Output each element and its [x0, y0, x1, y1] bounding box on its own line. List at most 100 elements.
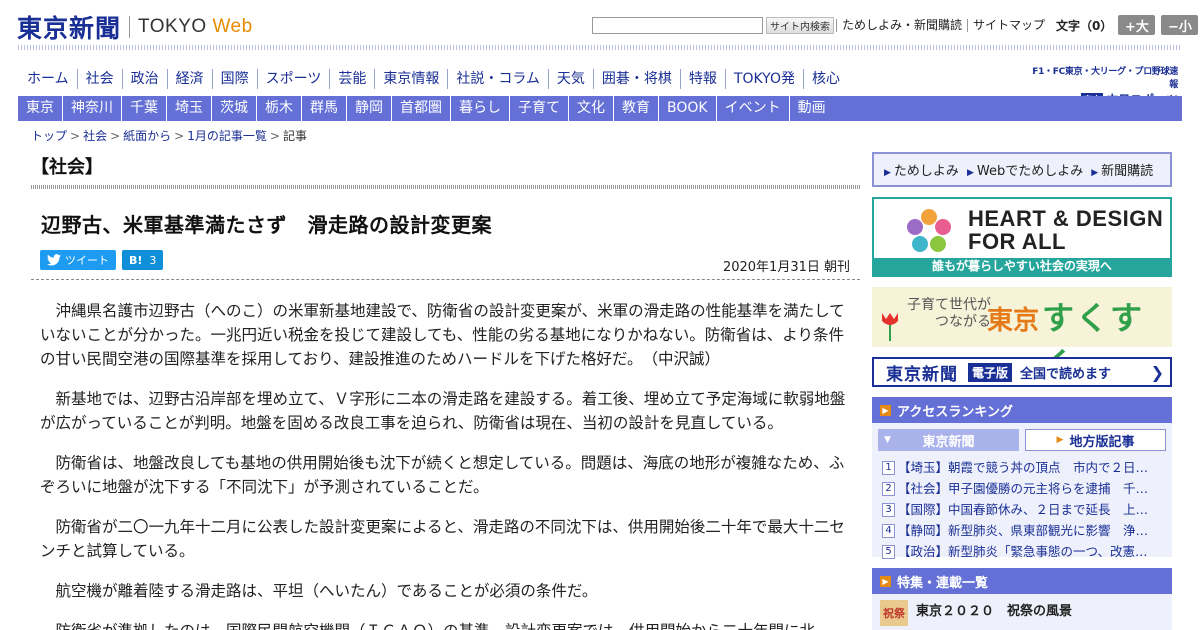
arrow-right-icon: ▶: [880, 404, 891, 416]
article-date: 2020年1月31日 朝刊: [722, 260, 850, 275]
tab-tokyo-shimbun[interactable]: ▼ 東京新聞: [878, 429, 1019, 451]
font-size-label: 文字（0）: [1056, 18, 1113, 33]
crumb-separator: >: [269, 129, 280, 143]
region-tochigi[interactable]: 栃木: [257, 96, 302, 121]
region-chiba[interactable]: 千葉: [122, 96, 167, 121]
arrow-right-icon: ▶: [1091, 168, 1099, 178]
region-shutoken[interactable]: 首都圏: [392, 96, 451, 121]
nav-society[interactable]: 社会: [78, 69, 123, 89]
heart-design-title: HEART & DESIGN FOR ALL: [968, 206, 1164, 254]
nav-entertainment[interactable]: 芸能: [330, 69, 376, 89]
hatena-bookmark-button[interactable]: B! 3: [122, 250, 164, 270]
region-shizuoka[interactable]: 静岡: [347, 96, 392, 121]
nav-home[interactable]: ホーム: [19, 69, 78, 89]
arrow-right-icon: ▶: [884, 168, 891, 178]
sitemap-link[interactable]: サイトマップ: [967, 18, 1050, 32]
arrow-right-icon: ▶: [966, 168, 974, 178]
crumb-print[interactable]: 紙面から: [123, 129, 171, 143]
crumb-current: 記事: [282, 129, 307, 143]
nav-economy[interactable]: 経済: [168, 69, 213, 89]
region-event[interactable]: イベント: [717, 96, 790, 121]
chevron-right-icon: ❯: [1150, 362, 1164, 382]
breadcrumb: トップ > 社会 > 紙面から >1月の記事一覧 > 記事: [31, 127, 307, 144]
article-paragraph: 防衛省は、地盤改良しても基地の供用開始後も沈下が続くと想定している。問題は、海底…: [40, 454, 845, 496]
nav-politics[interactable]: 政治: [123, 69, 168, 89]
subscribe-links-box: ▶ ためしよみ ▶ Webでためしよみ ▶ 新聞購読: [872, 152, 1172, 187]
site-logo[interactable]: 東京新聞 TOKYO Web: [17, 9, 253, 45]
nav-international[interactable]: 国際: [213, 69, 258, 89]
crumb-top[interactable]: トップ: [31, 129, 67, 143]
search-input[interactable]: [592, 16, 763, 34]
region-gunma[interactable]: 群馬: [302, 96, 347, 121]
hatena-count: 3: [149, 253, 157, 267]
digital-badge: 電子版: [968, 362, 1013, 382]
heart-design-banner[interactable]: HEART & DESIGN FOR ALL 誰もが暮らしやすい社会の実現へ: [872, 197, 1172, 277]
nav-tokyo-hatsu[interactable]: TOKYO発: [726, 69, 804, 89]
feature-thumbnail: 祝祭: [880, 600, 908, 626]
logo-divider: [129, 16, 131, 38]
region-video[interactable]: 動画: [790, 96, 834, 121]
ranking-list: 1 【埼玉】朝霞で競う丼の頂点 市内で２日… 2 【社会】甲子園優勝の元主将らを逮捕…: [872, 451, 1172, 562]
nav-editorial[interactable]: 社説・コラム: [448, 69, 549, 89]
features-box: ▶ 特集・連載一覧 祝祭 東京２０２０ 祝祭の風景: [872, 568, 1172, 630]
title-divider: [31, 279, 860, 280]
nav-weather[interactable]: 天気: [549, 69, 594, 89]
sidebar-link-subscribe[interactable]: ▶ 新聞購読: [1091, 160, 1153, 179]
feature-item[interactable]: 祝祭 東京２０２０ 祝祭の風景: [872, 594, 1172, 630]
crumb-separator: >: [70, 129, 81, 143]
tab-local-articles[interactable]: ▶ 地方版記事: [1025, 429, 1166, 451]
search-button[interactable]: サイト内検索: [766, 16, 834, 34]
region-book[interactable]: BOOK: [659, 96, 717, 121]
header-divider: [18, 45, 1182, 50]
tweet-button[interactable]: ツイート: [40, 250, 116, 270]
region-bunka[interactable]: 文化: [569, 96, 614, 121]
region-tokyo[interactable]: 東京: [18, 96, 63, 121]
chunichi-tagline: F1・FC東京・大リーグ・プロ野球速報: [1032, 67, 1178, 90]
sukusuku-tagline: 子育て世代が つながる: [907, 297, 991, 330]
logo-en-web: Web: [212, 16, 253, 37]
logo-jp: 東京新聞: [17, 14, 122, 43]
region-kurashi[interactable]: 暮らし: [451, 96, 510, 121]
ranking-item[interactable]: 4 【静岡】新型肺炎、県東部観光に影響 浄…: [882, 520, 1164, 541]
digital-edition-banner[interactable]: 東京新聞 電子版 全国で読めます ❯: [872, 357, 1172, 387]
trial-subscribe-link[interactable]: ためしよみ・新聞購読: [836, 18, 967, 32]
logo-en: TOKYO Web: [138, 16, 253, 38]
nav-kakushin[interactable]: 核心: [804, 69, 848, 89]
font-larger-button[interactable]: +大: [1118, 15, 1156, 35]
sukusuku-tokyo: 東京: [987, 306, 1040, 336]
arrow-right-icon: ▶: [880, 575, 891, 587]
article-paragraph: 新基地では、辺野古沿岸部を埋め立て、Ｖ字形に二本の滑走路を建設する。着工後、埋め…: [40, 390, 846, 432]
region-kyoiku[interactable]: 教育: [614, 96, 659, 121]
flower-logo-icon: [907, 209, 951, 252]
region-saitama[interactable]: 埼玉: [167, 96, 212, 121]
region-kanagawa[interactable]: 神奈川: [63, 96, 122, 121]
font-smaller-button[interactable]: −小: [1161, 15, 1199, 35]
ranking-item[interactable]: 1 【埼玉】朝霞で競う丼の頂点 市内で２日…: [882, 457, 1164, 478]
ranking-item[interactable]: 5 【政治】新型肺炎「緊急事態の一つ、改憲…: [882, 541, 1164, 562]
ranking-item[interactable]: 2 【社会】甲子園優勝の元主将らを逮捕 千…: [882, 478, 1164, 499]
access-ranking-box: ▶ アクセスランキング ▼ 東京新聞 ▶ 地方版記事 1 【埼玉】朝霞で競う丼の頂点 市…: [872, 397, 1172, 559]
crumb-separator: >: [110, 129, 121, 143]
main-nav: ホーム 社会 政治 経済 国際 スポーツ 芸能 東京情報 社説・コラム 天気 囲…: [19, 69, 848, 89]
region-kosodate[interactable]: 子育て: [510, 96, 569, 121]
tulip-icon: [882, 313, 898, 341]
nav-go-shogi[interactable]: 囲碁・将棋: [594, 69, 681, 89]
header-tools: サイト内検索 ためしよみ・新聞購読 サイトマップ 文字（0） +大 −小: [592, 15, 1199, 35]
crumb-month[interactable]: 1月の記事一覧: [187, 129, 267, 143]
hatena-icon: B!: [129, 253, 143, 267]
share-buttons: ツイート B! 3: [40, 250, 164, 270]
sidebar-link-tameshi[interactable]: ▶ ためしよみ: [884, 160, 959, 179]
logo-en-tokyo: TOKYO: [138, 16, 207, 37]
article-paragraph: 防衛省が準拠したのは、国際民間航空機関（ＩＣＡＯ）の基準。設計変更案では、供用開…: [40, 619, 852, 630]
nav-sports[interactable]: スポーツ: [258, 69, 331, 89]
sidebar-link-web-tameshi[interactable]: ▶ Webでためしよみ: [967, 160, 1083, 179]
tweet-label: ツイート: [65, 254, 109, 267]
nav-tokuho[interactable]: 特報: [681, 69, 726, 89]
nav-tokyo-info[interactable]: 東京情報: [375, 69, 449, 89]
region-ibaraki[interactable]: 茨城: [212, 96, 257, 121]
article-body: 沖縄県名護市辺野古（へのこ）の米軍新基地建設で、防衛省の設計変更案が、米軍の滑走…: [40, 299, 852, 630]
tokyo-sukusuku-banner[interactable]: 子育て世代が つながる 東京 すくすく: [872, 287, 1172, 383]
crumb-society[interactable]: 社会: [83, 129, 107, 143]
ranking-item[interactable]: 3 【国際】中国春節休み、２日まで延長 上…: [882, 499, 1164, 520]
section-heading: 【社会】: [31, 157, 103, 178]
